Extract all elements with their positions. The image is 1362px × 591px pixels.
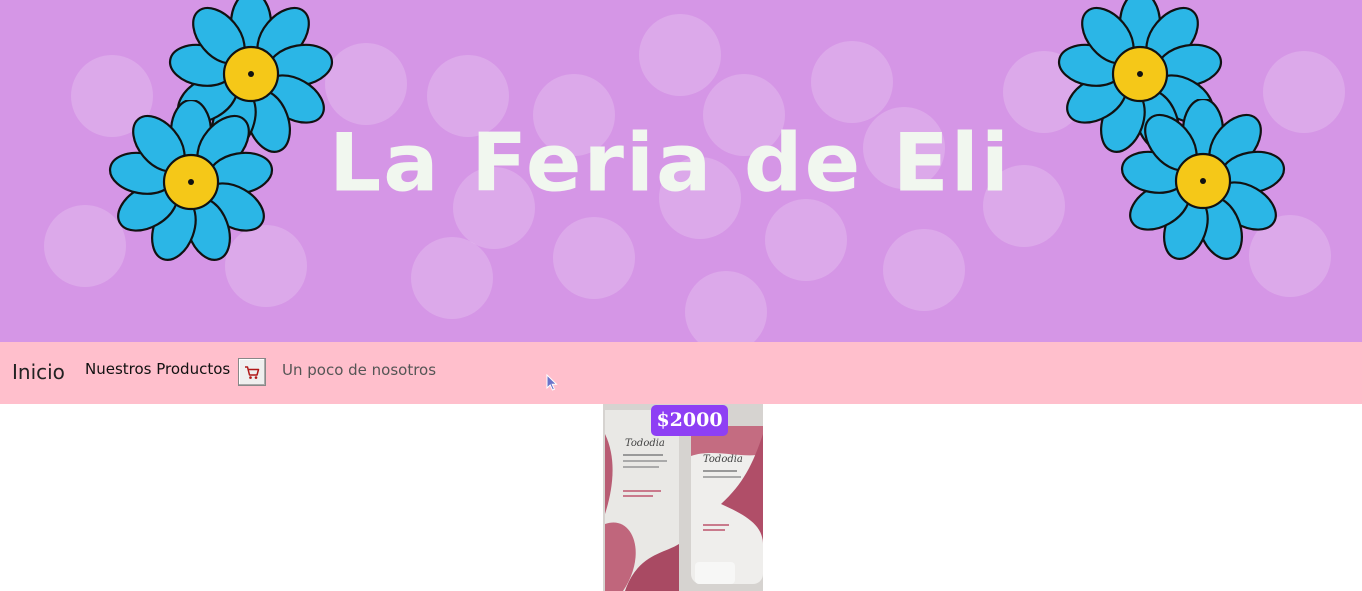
header-banner: La Feria de Eli (0, 0, 1362, 342)
shopping-cart-icon (245, 365, 260, 379)
mouse-cursor-icon (546, 374, 558, 391)
nav-link-home[interactable]: Inicio (12, 360, 65, 384)
nav-link-products[interactable]: Nuestros Productos (85, 360, 230, 378)
price-badge: $2000 (651, 405, 728, 436)
nav-link-about[interactable]: Un poco de nosotros (282, 361, 436, 379)
svg-text:Tododia: Tododia (703, 454, 743, 465)
cart-button[interactable] (238, 358, 266, 386)
site-title: La Feria de Eli (329, 116, 1011, 211)
svg-text:Tododia: Tododia (625, 438, 665, 449)
